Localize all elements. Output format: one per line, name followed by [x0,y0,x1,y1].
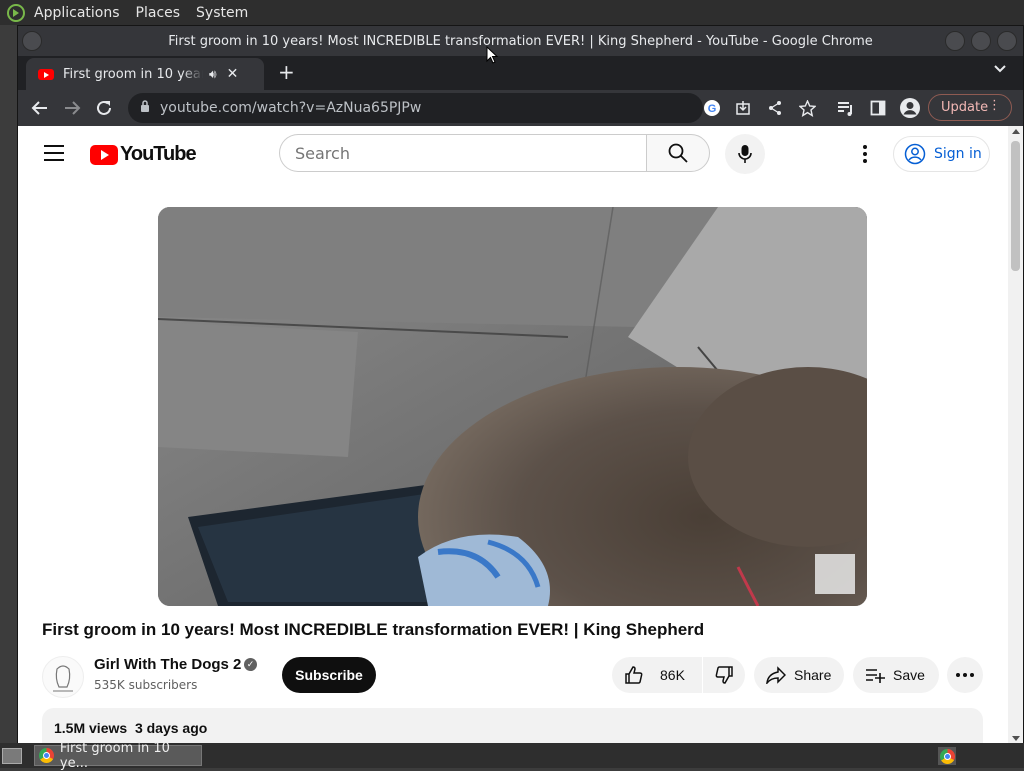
chrome-icon [39,748,54,763]
tray-chrome-icon [939,748,955,764]
close-tab-icon[interactable]: ✕ [227,66,239,82]
more-actions-button[interactable] [947,657,983,693]
search-input[interactable]: Search [279,134,646,172]
youtube-favicon-icon [38,68,54,80]
channel-name-link[interactable]: Girl With The Dogs 2 [94,656,241,673]
search-button[interactable] [646,134,710,172]
scroll-up-arrow-icon[interactable] [1012,129,1020,134]
show-desktop-button[interactable] [2,748,22,764]
channel-avatar[interactable] [42,656,84,698]
view-count-and-date: 1.5M views 3 days ago [54,720,207,736]
save-playlist-add-icon [866,669,885,683]
new-tab-button[interactable]: + [278,60,295,84]
os-logo-icon[interactable] [6,3,26,23]
tab-search-chevron-icon[interactable] [993,62,1007,80]
window-titlebar[interactable]: First groom in 10 years! Most INCREDIBLE… [18,26,1023,56]
subscribe-button[interactable]: Subscribe [282,657,376,693]
youtube-masthead: YouTube Search Sign in [18,126,1008,182]
video-title: First groom in 10 years! Most INCREDIBLE… [42,620,705,639]
search-icon [668,143,688,163]
share-page-icon[interactable] [763,96,787,120]
back-button[interactable] [28,96,52,120]
share-arrow-icon [766,666,786,684]
minimize-button[interactable] [945,31,965,51]
lock-icon[interactable] [140,100,150,116]
scroll-down-arrow-icon[interactable] [1012,736,1020,741]
window-menu-button[interactable] [22,31,42,51]
channel-watermark[interactable] [815,554,855,594]
sign-in-button[interactable]: Sign in [893,136,990,172]
tab-title: First groom in 10 years! Most INCREDIBLE… [63,66,203,82]
share-label: Share [794,667,832,683]
forward-button[interactable] [60,96,84,120]
microphone-icon [738,145,752,163]
thumbs-up-icon [625,666,643,684]
video-frame [158,207,867,606]
thumbs-down-icon [715,666,733,684]
more-horizontal-icon [956,673,974,677]
scrollbar-thumb[interactable] [1011,141,1020,271]
view-count: 1.5M views [54,720,128,736]
taskbar-window-item[interactable]: First groom in 10 ye... [34,741,202,771]
taskbar-item-label: First groom in 10 ye... [59,740,170,771]
chrome-menu-icon[interactable]: ⋮ [988,98,1001,113]
reload-icon [97,100,111,115]
maximize-button[interactable] [971,31,991,51]
upload-date: 3 days ago [134,720,208,736]
search-placeholder: Search [295,143,350,163]
like-count: 86K [660,667,685,683]
audio-playing-icon[interactable]: 🔊︎ [209,67,217,82]
share-button[interactable]: Share [754,657,844,693]
subscriber-count: 535K subscribers [94,678,198,692]
back-arrow-icon [31,101,47,115]
bookmark-star-icon[interactable] [795,96,819,120]
media-control-icon[interactable] [834,96,858,120]
youtube-page: YouTube Search Sign in First groom in 10… [18,126,1008,744]
top-panel: Applications Places System [0,0,1024,25]
close-window-button[interactable] [997,31,1017,51]
browser-window: First groom in 10 years! Most INCREDIBLE… [17,25,1024,745]
mouse-cursor-icon [486,46,498,64]
save-label: Save [893,667,925,683]
sign-in-label: Sign in [934,146,982,162]
address-bar[interactable]: youtube.com/watch?v=AzNua65PJPw [128,93,703,123]
browser-toolbar: youtube.com/watch?v=AzNua65PJPw G Update… [18,90,1023,126]
menu-applications[interactable]: Applications [34,5,120,21]
menu-system[interactable]: System [196,5,248,21]
tray-chrome-launcher[interactable] [938,747,956,765]
youtube-logo-text: YouTube [120,143,197,165]
bottom-taskbar: First groom in 10 ye... [0,741,1024,771]
settings-more-icon[interactable] [853,142,877,166]
url-text[interactable]: youtube.com/watch?v=AzNua65PJPw [160,100,421,116]
tab-strip: First groom in 10 years! Most INCREDIBLE… [18,56,1023,90]
install-app-icon[interactable] [731,96,755,120]
google-lens-icon[interactable]: G [700,96,724,120]
update-button[interactable]: Update ⋮ [928,94,1012,121]
svg-text:G: G [708,103,717,115]
description-box[interactable]: 1.5M views 3 days ago [42,708,983,744]
menu-places[interactable]: Places [136,5,181,21]
like-button[interactable]: 86K [612,657,702,693]
dislike-button[interactable] [703,657,745,693]
youtube-play-logo-icon [90,144,118,165]
profile-avatar-icon[interactable] [898,96,922,120]
video-player[interactable] [158,207,867,606]
youtube-logo[interactable]: YouTube [90,143,197,166]
guide-menu-icon[interactable] [44,145,64,166]
forward-arrow-icon [65,101,81,115]
window-title: First groom in 10 years! Most INCREDIBLE… [168,33,873,49]
verified-badge-icon: ✓ [244,658,257,671]
reload-button[interactable] [92,96,116,120]
page-scrollbar[interactable] [1008,126,1023,744]
tab-youtube[interactable]: First groom in 10 years! Most INCREDIBLE… [26,58,264,90]
voice-search-button[interactable] [725,134,765,174]
update-label: Update [941,100,989,115]
account-circle-icon [904,143,926,165]
save-button[interactable]: Save [853,657,939,693]
side-panel-icon[interactable] [866,96,890,120]
